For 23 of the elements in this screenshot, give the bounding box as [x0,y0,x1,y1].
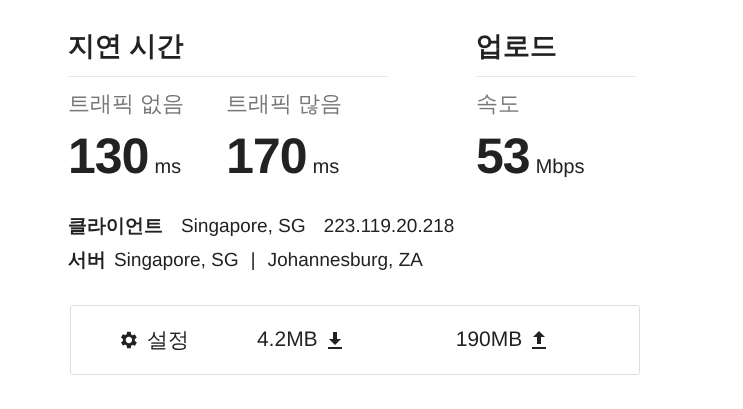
separator: | [250,250,256,272]
upload-size[interactable]: 190MB [456,328,548,352]
metric-value: 130 [68,127,148,185]
client-location: Singapore, SG [181,216,306,238]
metric-unit: Mbps [536,156,585,179]
metric-value: 53 [476,127,530,185]
metric-label: 트래픽 많음 [226,90,342,118]
metric-unit: ms [154,156,182,179]
server-label: 서버 [68,249,106,273]
server-destination: Johannesburg, ZA [268,250,423,272]
settings-button[interactable]: 설정 [117,326,189,354]
upload-icon [530,330,548,350]
section-title: 업로드 [476,28,636,77]
client-ip: 223.119.20.218 [324,216,454,238]
server-location: Singapore, SG [114,250,239,272]
metric-unit: ms [312,156,340,179]
metric-value: 170 [226,127,307,185]
section-title: 지연 시간 [68,28,388,77]
client-label: 클라이언트 [68,215,163,239]
metric-label: 트래픽 없음 [68,90,184,118]
download-size[interactable]: 4.2MB [257,328,344,352]
metric-label: 속도 [476,90,521,118]
download-icon [326,330,344,350]
